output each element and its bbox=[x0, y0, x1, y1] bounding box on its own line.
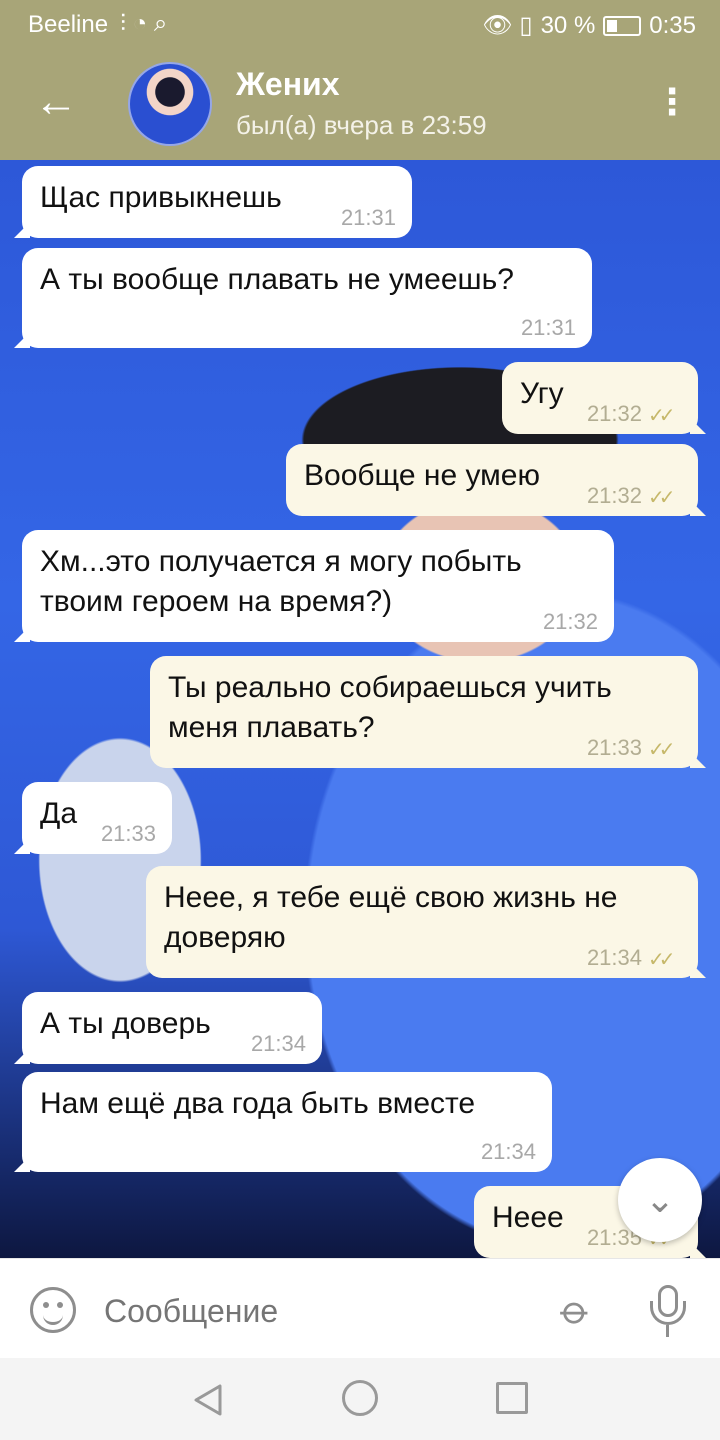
message-input[interactable] bbox=[104, 1289, 524, 1333]
circle-home-icon[interactable] bbox=[342, 1380, 378, 1416]
triangle-back-icon[interactable] bbox=[190, 1382, 226, 1418]
contact-name[interactable]: Жених bbox=[236, 66, 340, 103]
last-seen-status: был(а) вчера в 23:59 bbox=[236, 110, 487, 140]
message-time: 21:34 bbox=[586, 945, 642, 970]
message-outgoing[interactable]: Неее, я тебе ещё свою жизнь не доверяю 2… bbox=[146, 866, 698, 978]
message-time: 21:32 bbox=[586, 401, 642, 426]
scroll-down-button[interactable]: ⌄ bbox=[618, 1158, 702, 1242]
message-text: Угу bbox=[520, 377, 564, 410]
message-incoming[interactable]: Да 21:33 bbox=[22, 782, 172, 854]
more-options-icon[interactable]: ⋮ bbox=[648, 78, 696, 126]
message-incoming[interactable]: Хм...это получается я могу побыть твоим … bbox=[22, 530, 614, 642]
message-text: Неее, я тебе ещё свою жизнь не доверяю bbox=[164, 881, 618, 954]
battery-percent: 30 % bbox=[540, 11, 596, 39]
square-recent-icon[interactable] bbox=[496, 1382, 528, 1414]
message-outgoing[interactable]: Вообще не умею 21:32 ✓✓ bbox=[286, 444, 698, 516]
message-time: 21:32 bbox=[586, 483, 642, 508]
message-text: Нам ещё два года быть вместе bbox=[40, 1087, 476, 1120]
emoji-icon[interactable] bbox=[30, 1287, 76, 1333]
message-outgoing[interactable]: Ты реально собираешься учить меня плават… bbox=[150, 656, 698, 768]
message-text: А ты доверь bbox=[40, 1007, 211, 1040]
message-text: Вообще не умею bbox=[304, 459, 540, 492]
message-time: 21:31 bbox=[520, 315, 576, 340]
clock: 0:35 bbox=[649, 11, 696, 39]
message-text: Неее bbox=[492, 1201, 564, 1234]
message-incoming[interactable]: А ты вообще плавать не умеешь? 21:31 bbox=[22, 248, 592, 348]
system-navigation-bar bbox=[0, 1358, 720, 1440]
read-checks-icon: ✓✓ bbox=[648, 487, 676, 509]
back-arrow-icon[interactable]: ← bbox=[32, 78, 80, 126]
status-bar: Beeline ⫶ ◔ ⌕ 👁 ▯ 30 % 0:35 bbox=[0, 0, 720, 48]
read-checks-icon: ✓✓ bbox=[648, 949, 676, 971]
eye-vibrate-icons: 👁 ▯ bbox=[482, 12, 533, 39]
message-time: 21:31 bbox=[340, 205, 396, 230]
message-outgoing[interactable]: Угу 21:32 ✓✓ bbox=[502, 362, 698, 434]
message-time: 21:33 bbox=[100, 821, 156, 846]
battery-icon bbox=[603, 15, 642, 36]
mic-cup bbox=[650, 1301, 686, 1325]
message-time: 21:34 bbox=[480, 1139, 536, 1164]
message-incoming[interactable]: А ты доверь 21:34 bbox=[22, 992, 322, 1064]
message-text: Щас привыкнешь bbox=[40, 181, 282, 214]
chat-area[interactable]: Щас привыкнешь 21:31 А ты вообще плавать… bbox=[0, 160, 720, 1258]
microphone-icon[interactable] bbox=[646, 1285, 690, 1339]
status-right: 👁 ▯ 30 % 0:35 bbox=[482, 11, 696, 40]
message-text: Да bbox=[40, 797, 78, 830]
message-composer: ⌀ bbox=[0, 1258, 720, 1358]
message-time: 21:34 bbox=[250, 1031, 306, 1056]
chat-header: ← Жених был(а) вчера в 23:59 ⋮ bbox=[0, 48, 720, 160]
message-text: А ты вообще плавать не умеешь? bbox=[40, 263, 514, 296]
carrier-name: Beeline bbox=[28, 11, 109, 38]
message-time: 21:32 bbox=[542, 609, 598, 634]
read-checks-icon: ✓✓ bbox=[648, 739, 676, 761]
message-text: Ты реально собираешься учить меня плават… bbox=[168, 671, 612, 744]
mic-stem bbox=[666, 1325, 669, 1337]
signal-wifi-search-icons: ⫶ ◔ ⌕ bbox=[120, 10, 168, 37]
attach-paperclip-icon[interactable]: ⌀ bbox=[545, 1280, 607, 1342]
message-time: 21:33 bbox=[586, 735, 642, 760]
read-checks-icon: ✓✓ bbox=[648, 405, 676, 427]
message-incoming[interactable]: Щас привыкнешь 21:31 bbox=[22, 166, 412, 238]
message-text: Хм...это получается я могу побыть твоим … bbox=[40, 545, 522, 618]
message-incoming[interactable]: Нам ещё два года быть вместе 21:34 bbox=[22, 1072, 552, 1172]
avatar[interactable] bbox=[128, 62, 212, 146]
